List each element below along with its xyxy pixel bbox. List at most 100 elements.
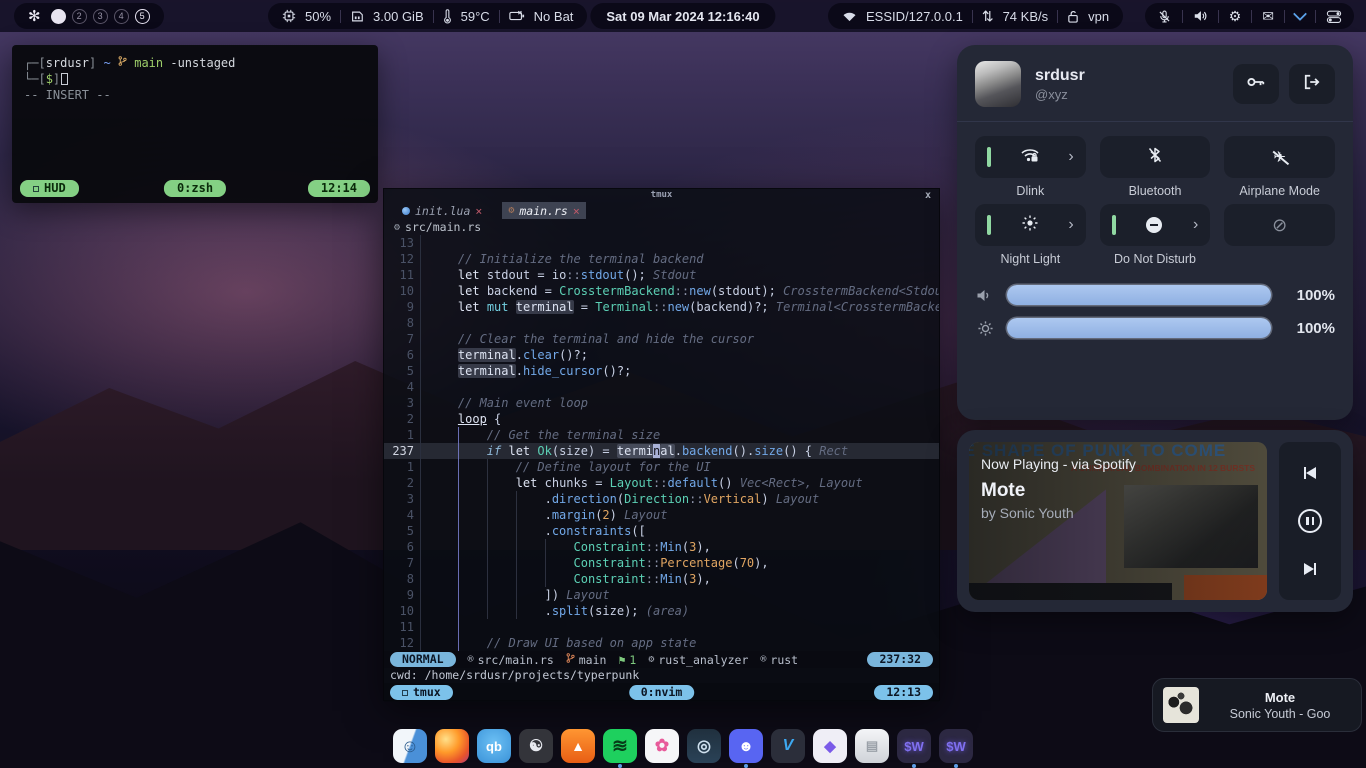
indent-guide xyxy=(458,491,459,507)
next-track-button[interactable] xyxy=(1304,563,1317,575)
tile-cell: ›Night Light xyxy=(975,204,1086,272)
dock-obs[interactable]: ☯ xyxy=(519,729,553,763)
dock-file-manager[interactable]: ☺ xyxy=(393,729,427,763)
dock-firefox[interactable] xyxy=(435,729,469,763)
temperature-icon xyxy=(443,9,452,24)
code-line: 11 xyxy=(384,619,939,635)
updown-arrows-icon: ⇅ xyxy=(982,9,994,23)
key-icon xyxy=(1246,75,1266,94)
previous-track-button[interactable] xyxy=(1304,467,1317,479)
code-line: 9 let mut terminal = Terminal::new(backe… xyxy=(384,299,939,315)
battery-status: No Bat xyxy=(534,9,574,24)
workspace-3[interactable]: 3 xyxy=(93,9,108,24)
git-branch-icon xyxy=(118,56,127,70)
filetype: ®rust xyxy=(760,653,798,667)
dock-spotify[interactable]: ≋ xyxy=(603,729,637,763)
tmux-status-bar: HUD 0:zsh 12:14 xyxy=(20,180,370,197)
dock-trash[interactable]: ▤ xyxy=(855,729,889,763)
session-pill[interactable]: HUD xyxy=(20,180,79,197)
volume-slider[interactable] xyxy=(1007,285,1271,305)
dock-vlc[interactable]: ▲ xyxy=(561,729,595,763)
indent-guide xyxy=(516,539,517,555)
code-line: 9 ]) Layout xyxy=(384,587,939,603)
mail-icon[interactable]: ✉ xyxy=(1262,9,1274,23)
line-number: 9 xyxy=(384,299,414,315)
divider xyxy=(1315,10,1316,23)
indent-guide xyxy=(458,443,459,459)
window-pill[interactable]: 0:zsh xyxy=(164,180,226,197)
code-line: 4 .margin(2) Layout xyxy=(384,507,939,523)
active-indicator xyxy=(1112,215,1116,235)
running-indicator xyxy=(954,764,958,768)
workspace-2[interactable]: 2 xyxy=(72,9,87,24)
close-tab-icon[interactable]: × xyxy=(475,204,482,218)
indent-guide xyxy=(458,475,459,491)
mic-muted-icon[interactable] xyxy=(1157,9,1172,24)
distro-logo-icon[interactable]: ✻ xyxy=(28,9,41,24)
spotify-icon: ≋ xyxy=(612,735,628,758)
buffer-tabbar: init.lua × ⚙ main.rs × xyxy=(384,202,939,219)
brightness-slider[interactable] xyxy=(1007,318,1271,338)
chevron-down-icon[interactable] xyxy=(1295,13,1305,19)
notification-title: Mote xyxy=(1209,690,1351,705)
active-indicator xyxy=(987,147,991,167)
dock-discord[interactable]: ☻ xyxy=(729,729,763,763)
indent-guide xyxy=(458,587,459,603)
vi-mode-indicator: -- INSERT -- xyxy=(24,87,366,103)
chevron-right-icon[interactable]: › xyxy=(1068,149,1073,165)
network-island: ESSID/127.0.0.1 ⇅ 74 KB/s vpn xyxy=(828,3,1123,29)
code-line: 2 loop { xyxy=(384,411,939,427)
now-playing-caption: Now Playing - via Spotify xyxy=(981,456,1257,472)
workspace-1[interactable] xyxy=(51,9,66,24)
close-tab-icon[interactable]: × xyxy=(573,204,580,218)
dock-vscode[interactable]: V xyxy=(771,729,805,763)
divider xyxy=(1251,10,1252,23)
settings-gear-icon[interactable]: ⚙ xyxy=(1229,9,1242,23)
indent-guide xyxy=(487,459,488,475)
quick-settings-grid: ›DlinkBluetooth✈Airplane Mode›Night Ligh… xyxy=(975,136,1335,272)
workspace-4[interactable]: 4 xyxy=(114,9,129,24)
chevron-right-icon[interactable]: › xyxy=(1193,217,1198,233)
hud-terminal-window[interactable]: ┌─[srdusr] ~ main -unstaged └─[$] -- INS… xyxy=(12,45,378,203)
tile-slash-circle[interactable]: ⊘ xyxy=(1224,204,1335,246)
dock-typerpunk[interactable]: $W xyxy=(939,729,973,763)
dock-typerpunk[interactable]: $W xyxy=(897,729,931,763)
logout-button[interactable] xyxy=(1289,64,1335,104)
tile-bluetooth[interactable] xyxy=(1100,136,1211,178)
code-line: 7 // Clear the terminal and hide the cur… xyxy=(384,331,939,347)
tile-label: Bluetooth xyxy=(1100,178,1211,204)
tile-airplane-mode[interactable]: ✈ xyxy=(1224,136,1335,178)
diagnostic-flag: ⚑1 xyxy=(618,653,636,667)
dock-obsidian[interactable]: ◆ xyxy=(813,729,847,763)
toggles-icon[interactable] xyxy=(1326,9,1342,24)
code-editor[interactable]: 1312 // Initialize the terminal backend1… xyxy=(384,235,939,651)
tab-init-lua[interactable]: init.lua × xyxy=(396,202,488,219)
dock-qbittorrent[interactable]: qb xyxy=(477,729,511,763)
clock-island[interactable]: Sat 09 Mar 2024 12:16:40 xyxy=(590,3,775,29)
lock-keys-button[interactable] xyxy=(1233,64,1279,104)
volume-icon[interactable] xyxy=(1193,9,1208,23)
lua-file-icon xyxy=(402,207,410,215)
pause-button[interactable] xyxy=(1298,509,1322,533)
tab-main-rs[interactable]: ⚙ main.rs × xyxy=(502,202,585,219)
notification-subtitle: Sonic Youth - Goo xyxy=(1209,707,1351,721)
track-artist: by Sonic Youth xyxy=(981,505,1257,521)
window-pill[interactable]: 0:nvim xyxy=(629,685,695,700)
chevron-right-icon[interactable]: › xyxy=(1068,217,1073,233)
workspaces-island: ✻ 2345 xyxy=(14,3,164,29)
tile-night-light[interactable]: › xyxy=(975,204,1086,246)
dock-photos[interactable]: ✿ xyxy=(645,729,679,763)
dock-steam[interactable]: ◎ xyxy=(687,729,721,763)
code-line: 10 .split(size); (area) xyxy=(384,603,939,619)
tile-do-not-disturb[interactable]: › xyxy=(1100,204,1211,246)
vpn-label: vpn xyxy=(1088,9,1109,24)
close-button[interactable]: x xyxy=(925,189,931,202)
media-controls xyxy=(1279,442,1341,600)
tmux-editor-window[interactable]: tmux x init.lua × ⚙ main.rs × ⚙ src/main… xyxy=(383,188,940,701)
code-line: 8 xyxy=(384,315,939,331)
session-pill[interactable]: tmux xyxy=(390,685,453,700)
tile-dlink[interactable]: › xyxy=(975,136,1086,178)
line-number: 8 xyxy=(384,315,414,331)
media-notification[interactable]: Mote Sonic Youth - Goo xyxy=(1152,678,1362,732)
workspace-5[interactable]: 5 xyxy=(135,9,150,24)
